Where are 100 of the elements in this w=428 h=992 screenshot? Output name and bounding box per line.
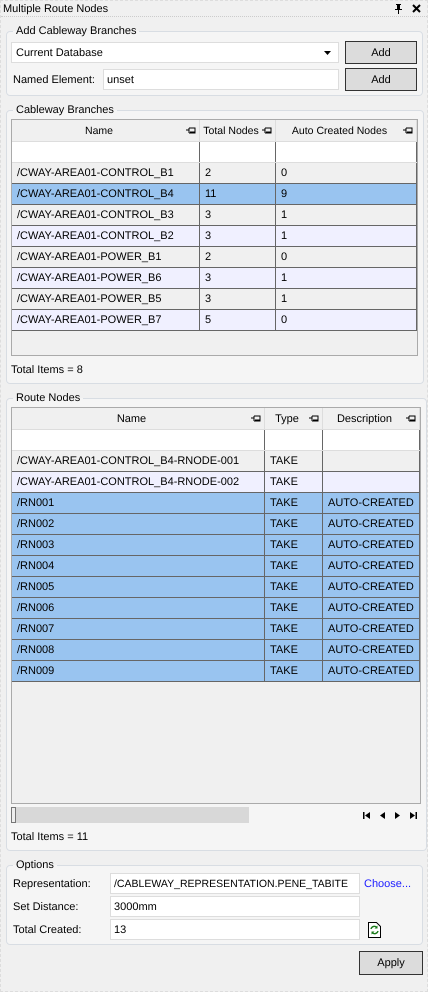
table-cell: 2 xyxy=(205,167,212,179)
table-row[interactable]: /CWAY-AREA01-POWER_B5 3 1 xyxy=(12,289,417,310)
item-count: Total Items = 11 xyxy=(11,831,90,843)
add-button[interactable]: Add xyxy=(345,41,417,64)
input-field[interactable]: 13 xyxy=(110,919,360,940)
close-icon[interactable] xyxy=(412,4,421,13)
table-cell: AUTO-CREATED xyxy=(328,518,414,530)
table-cell: 1 xyxy=(281,209,288,221)
table-cell: /CWAY-AREA01-POWER_B1 xyxy=(17,251,162,263)
table-row[interactable]: /CWAY-AREA01-POWER_B7 5 0 xyxy=(12,310,417,331)
table-cell: /RN006 xyxy=(17,602,54,614)
table-cell: /CWAY-AREA01-POWER_B6 xyxy=(17,272,162,284)
table-cell: 1 xyxy=(281,293,288,305)
apply-button[interactable]: Apply xyxy=(359,951,423,975)
pin-icon xyxy=(403,127,413,134)
pin-icon xyxy=(262,127,272,134)
table-row[interactable]: /RN007 TAKE AUTO-CREATED xyxy=(12,619,420,640)
table-cell: TAKE xyxy=(270,560,298,572)
table-cell: AUTO-CREATED xyxy=(328,602,414,614)
input-field[interactable]: unset xyxy=(103,69,339,90)
table-cell: 3 xyxy=(205,209,212,221)
table-row[interactable]: /CWAY-AREA01-POWER_B1 2 0 xyxy=(12,247,417,268)
item-count: Total Items = 8 xyxy=(11,364,84,376)
table-cell: 0 xyxy=(281,167,288,179)
pin-icon xyxy=(186,127,196,134)
table-cell: /RN001 xyxy=(17,497,54,509)
table-row[interactable]: /CWAY-AREA01-CONTROL_B2 3 1 xyxy=(12,226,417,247)
table-cell: /RN003 xyxy=(17,539,54,551)
table-row[interactable]: /RN008 TAKE AUTO-CREATED xyxy=(12,640,420,661)
table-row[interactable]: /CWAY-AREA01-CONTROL_B1 2 0 xyxy=(12,163,417,184)
pin-icon xyxy=(406,415,416,422)
table-row[interactable]: /CWAY-AREA01-CONTROL_B4-RNODE-001 TAKE xyxy=(12,451,420,472)
table-row[interactable]: /RN004 TAKE AUTO-CREATED xyxy=(12,556,420,577)
refresh-icon[interactable] xyxy=(368,922,381,938)
column-header[interactable]: Type xyxy=(265,408,323,429)
table-row[interactable]: /RN002 TAKE AUTO-CREATED xyxy=(12,514,420,535)
column-header[interactable]: Total Nodes xyxy=(200,120,276,141)
table-row[interactable]: /CWAY-AREA01-CONTROL_B3 3 1 xyxy=(12,205,417,226)
group-title: Options xyxy=(15,859,55,871)
table-row[interactable]: /RN009 TAKE AUTO-CREATED xyxy=(12,661,420,682)
table-cell: 1 xyxy=(281,272,288,284)
column-header[interactable]: Name xyxy=(12,408,265,429)
table-row[interactable]: /CWAY-AREA01-CONTROL_B4 11 9 xyxy=(12,184,417,205)
table-cell: /CWAY-AREA01-POWER_B7 xyxy=(17,314,162,326)
pin-icon xyxy=(309,415,319,422)
table-cell: AUTO-CREATED xyxy=(328,644,414,656)
table-cell: 3 xyxy=(205,293,212,305)
window-title: Multiple Route Nodes xyxy=(3,2,108,14)
table-row[interactable]: /RN005 TAKE AUTO-CREATED xyxy=(12,577,420,598)
table-cell: 0 xyxy=(281,251,288,263)
table-cell: /RN009 xyxy=(17,665,54,677)
last-page-icon[interactable] xyxy=(410,812,417,818)
table-row[interactable]: /RN006 TAKE AUTO-CREATED xyxy=(12,598,420,619)
first-page-icon[interactable] xyxy=(363,812,370,818)
source-dropdown[interactable]: Current Database xyxy=(11,42,339,63)
table-cell: AUTO-CREATED xyxy=(328,623,414,635)
table-cell: /RN007 xyxy=(17,623,54,635)
next-icon[interactable] xyxy=(395,812,400,818)
group-title: Add Cableway Branches xyxy=(15,25,138,37)
field-label: Total Created: xyxy=(12,924,82,936)
table-cell: 2 xyxy=(205,251,212,263)
table-row[interactable]: /RN003 TAKE AUTO-CREATED xyxy=(12,535,420,556)
table-cell: TAKE xyxy=(270,476,298,488)
table-cell: /RN002 xyxy=(17,518,54,530)
table-cell: AUTO-CREATED xyxy=(328,560,414,572)
table-cell: /CWAY-AREA01-CONTROL_B2 xyxy=(17,230,174,242)
column-header[interactable]: Description xyxy=(323,408,420,429)
table-row[interactable]: /RN001 TAKE AUTO-CREATED xyxy=(12,493,420,514)
table-cell: TAKE xyxy=(270,455,298,467)
table-row[interactable]: /CWAY-AREA01-POWER_B6 3 1 xyxy=(12,268,417,289)
table-cell: TAKE xyxy=(270,497,298,509)
table-cell: /RN004 xyxy=(17,560,54,572)
table-cell: /CWAY-AREA01-CONTROL_B4-RNODE-001 xyxy=(17,455,240,467)
pin-icon xyxy=(251,415,261,422)
choose-link[interactable]: Choose... xyxy=(364,878,412,890)
table-cell: 9 xyxy=(281,188,288,200)
table-cell: /RN005 xyxy=(17,581,54,593)
table-cell: TAKE xyxy=(270,623,298,635)
column-header[interactable]: Auto Created Nodes xyxy=(276,120,417,141)
table-cell: TAKE xyxy=(270,518,298,530)
group-title: Cableway Branches xyxy=(15,104,115,116)
input-field[interactable]: 3000mm xyxy=(110,896,360,917)
table-cell: 11 xyxy=(205,188,216,200)
field-label: Representation: xyxy=(12,878,92,890)
table-row[interactable]: /CWAY-AREA01-CONTROL_B4-RNODE-002 TAKE xyxy=(12,472,420,493)
table-cell: AUTO-CREATED xyxy=(328,665,414,677)
column-header[interactable]: Name xyxy=(12,120,200,141)
table-cell: TAKE xyxy=(270,665,298,677)
previous-icon[interactable] xyxy=(380,812,385,818)
add-button[interactable]: Add xyxy=(345,68,417,91)
pin-icon[interactable] xyxy=(394,4,403,14)
table-cell: TAKE xyxy=(270,644,298,656)
table-cell: /CWAY-AREA01-POWER_B5 xyxy=(17,293,162,305)
dropdown-arrow-icon xyxy=(324,50,331,54)
input-field[interactable]: /CABLEWAY_REPRESENTATION.PENE_TABITE xyxy=(110,873,360,894)
table-cell: /RN008 xyxy=(17,644,54,656)
scroll-bar[interactable] xyxy=(11,807,249,823)
table-cell: 3 xyxy=(205,230,212,242)
table-cell: AUTO-CREATED xyxy=(328,497,414,509)
table-cell: TAKE xyxy=(270,539,298,551)
